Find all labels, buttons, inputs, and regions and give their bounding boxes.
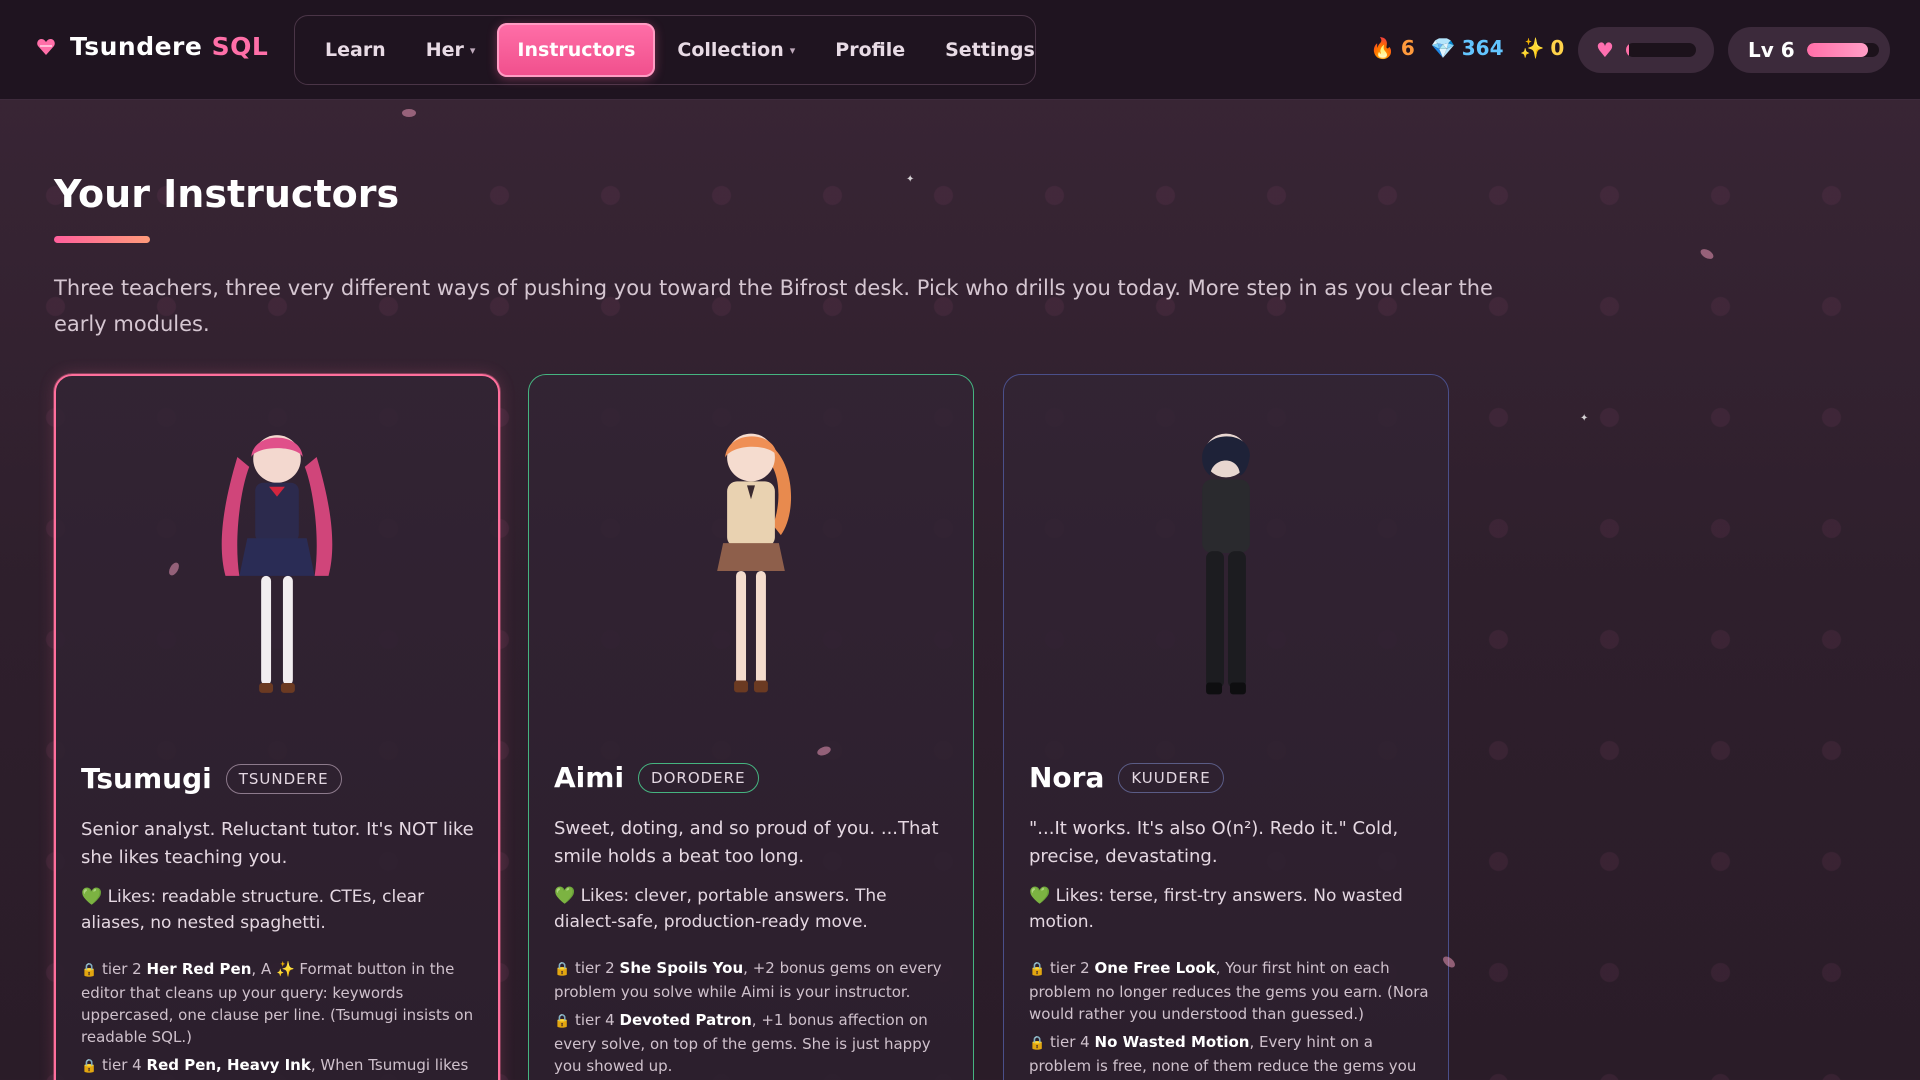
- instructor-card-aimi[interactable]: Aimi DORODERE Sweet, doting, and so prou…: [528, 374, 974, 1080]
- aimi-portrait: [717, 433, 792, 693]
- green-heart-icon: 💚: [554, 886, 576, 906]
- perk-item: 🔒 tier 4 Devoted Patron, +1 bonus affect…: [554, 1011, 931, 1075]
- affection-meter[interactable]: ♥: [1578, 27, 1714, 73]
- brand-name: Tsundere SQL: [70, 32, 269, 61]
- perk-list: 🔒 tier 2 She Spoils You, +2 bonus gems o…: [554, 957, 954, 1080]
- level-bar-fill: [1806, 43, 1868, 57]
- title-underline: [54, 236, 150, 243]
- lock-icon: 🔒: [554, 962, 571, 977]
- instructor-tagline: Senior analyst. Reluctant tutor. It's NO…: [81, 819, 474, 868]
- sparkle-decoration: ✦: [906, 174, 915, 185]
- nora-portrait: [1202, 433, 1250, 695]
- gems-stat: 💎 364: [1430, 36, 1504, 60]
- instructor-card-nora[interactable]: Nora KUUDERE "...It works. It's also O(n…: [1003, 374, 1449, 1080]
- perk-item: 🔒 tier 4 Red Pen, Heavy Ink, When Tsumug…: [81, 1056, 469, 1074]
- lock-icon: 🔒: [1029, 1036, 1046, 1051]
- nav-profile[interactable]: Profile: [817, 25, 923, 75]
- affection-bar: [1625, 43, 1696, 57]
- lock-icon: 🔒: [81, 1059, 98, 1074]
- chevron-down-icon: ▾: [789, 43, 796, 57]
- nav-collection[interactable]: Collection ▾: [659, 25, 813, 75]
- archetype-badge: DORODERE: [638, 762, 759, 793]
- perk-item: 🔒 tier 2 Her Red Pen, A ✨ Format button …: [81, 960, 474, 1046]
- petal-decoration: [402, 109, 416, 117]
- top-navbar: Tsundere SQL Learn Her ▾ Instructors Coll…: [0, 0, 1920, 100]
- heart-logo-icon: [37, 38, 55, 55]
- perk-list: 🔒 tier 2 Her Red Pen, A ✨ Format button …: [81, 958, 481, 1080]
- page-title: Your Instructors: [54, 172, 400, 216]
- page-subtitle: Three teachers, three very different way…: [54, 276, 1493, 336]
- brand[interactable]: Tsundere SQL: [36, 32, 268, 61]
- green-heart-icon: 💚: [1029, 886, 1051, 906]
- archetype-badge: TSUNDERE: [225, 763, 342, 794]
- tsumugi-portrait: [221, 435, 333, 693]
- sparkles-stat: ✨ 0: [1519, 36, 1565, 60]
- gem-icon: 💎: [1430, 36, 1456, 60]
- perk-item: 🔒 tier 2 She Spoils You, +2 bonus gems o…: [554, 959, 942, 1001]
- perk-item: 🔒 tier 2 One Free Look, Your first hint …: [1029, 959, 1429, 1023]
- petal-decoration: [1698, 247, 1716, 261]
- fire-icon: 🔥: [1370, 36, 1395, 60]
- sparkle-decoration: ✦: [1580, 413, 1589, 424]
- instructor-name: Nora: [1029, 761, 1105, 794]
- affection-bar-fill: [1625, 43, 1630, 57]
- level-meter[interactable]: Lv 6: [1728, 27, 1890, 73]
- perk-item: 🔒 tier 4 No Wasted Motion, Every hint on…: [1029, 1033, 1417, 1080]
- chevron-down-icon: ▾: [469, 43, 476, 57]
- instructor-likes: 💚 Likes: readable structure. CTEs, clear…: [81, 887, 425, 933]
- lock-icon: 🔒: [81, 963, 98, 978]
- instructor-name: Tsumugi: [81, 762, 212, 795]
- nav-settings[interactable]: Settings: [927, 25, 1053, 75]
- stats-bar: 🔥 6 💎 364 ✨ 0: [1370, 36, 1564, 60]
- instructor-card-tsumugi[interactable]: Tsumugi TSUNDERE Senior analyst. Relucta…: [54, 374, 500, 1080]
- nav-her[interactable]: Her ▾: [408, 25, 494, 75]
- main-nav: Learn Her ▾ Instructors Collection ▾ Profi…: [294, 15, 1036, 85]
- instructor-likes: 💚 Likes: clever, portable answers. The d…: [554, 886, 887, 932]
- streak-stat: 🔥 6: [1370, 36, 1415, 60]
- green-heart-icon: 💚: [81, 887, 103, 907]
- instructor-name: Aimi: [554, 761, 625, 794]
- level-bar: [1806, 43, 1879, 57]
- archetype-badge: KUUDERE: [1118, 762, 1224, 793]
- nav-instructors[interactable]: Instructors: [497, 23, 656, 77]
- card-header: Aimi DORODERE: [554, 761, 759, 794]
- lock-icon: 🔒: [554, 1014, 571, 1029]
- perk-list: 🔒 tier 2 One Free Look, Your first hint …: [1029, 957, 1429, 1080]
- level-label: Lv 6: [1748, 38, 1795, 62]
- card-header: Nora KUUDERE: [1029, 761, 1224, 794]
- instructor-tagline: "...It works. It's also O(n²). Redo it."…: [1029, 818, 1399, 867]
- instructor-likes: 💚 Likes: terse, first-try answers. No wa…: [1029, 886, 1403, 932]
- nav-learn[interactable]: Learn: [307, 25, 404, 75]
- instructor-tagline: Sweet, doting, and so proud of you. ...T…: [554, 818, 939, 867]
- lock-icon: 🔒: [1029, 962, 1046, 977]
- heart-icon: ♥: [1596, 38, 1614, 62]
- card-header: Tsumugi TSUNDERE: [81, 762, 342, 795]
- sparkle-icon: ✨: [1519, 36, 1545, 60]
